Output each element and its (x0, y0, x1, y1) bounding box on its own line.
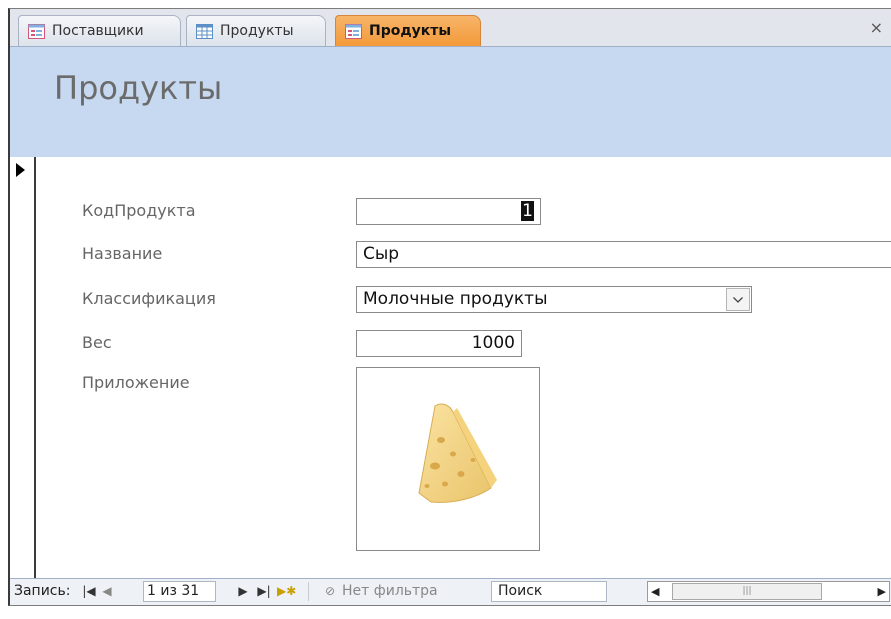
attachment-label: Приложение (82, 373, 190, 392)
scroll-right-icon[interactable]: ▶ (878, 582, 886, 601)
scroll-thumb[interactable]: ||| (672, 583, 822, 600)
tab-products-table[interactable]: Продукты (186, 15, 326, 46)
divider (308, 582, 309, 601)
form-header: Продукты (10, 47, 891, 157)
record-position-field[interactable]: 1 из 31 (143, 581, 216, 602)
document-tab-bar: Поставщики Продукты Продукты × (10, 9, 891, 47)
dropdown-button[interactable] (726, 288, 750, 311)
id-field[interactable]: 1 (356, 198, 541, 225)
weight-value: 1000 (471, 333, 515, 353)
new-record-icon[interactable]: ▶✱ (277, 579, 296, 604)
next-record-icon[interactable]: ▶ (236, 579, 250, 604)
form-icon (28, 23, 45, 39)
cheese-image (418, 403, 497, 503)
record-selector[interactable] (10, 157, 36, 580)
weight-label: Вес (82, 333, 112, 352)
tab-suppliers[interactable]: Поставщики (18, 15, 181, 46)
tab-label: Поставщики (52, 23, 144, 39)
tab-label: Продукты (220, 23, 294, 39)
filter-icon[interactable]: ⊘ (322, 579, 338, 604)
id-label: КодПродукта (82, 201, 196, 220)
tab-label: Продукты (369, 23, 452, 39)
category-value: Молочные продукты (363, 289, 548, 309)
record-label: Запись: (14, 583, 71, 599)
scroll-left-icon[interactable]: ◀ (651, 582, 659, 601)
form-icon (345, 23, 362, 39)
filter-status[interactable]: Нет фильтра (342, 579, 438, 604)
name-label: Название (82, 244, 163, 263)
id-value: 1 (521, 201, 534, 221)
category-label: Классификация (82, 289, 216, 308)
name-field[interactable]: Сыр (356, 241, 891, 268)
search-input[interactable]: Поиск (491, 581, 607, 602)
last-record-icon[interactable]: ▶| (256, 579, 272, 604)
form-window: Поставщики Продукты Продукты × Продукты (8, 8, 891, 606)
weight-field[interactable]: 1000 (356, 330, 522, 357)
close-icon[interactable]: × (870, 18, 883, 37)
category-combobox[interactable]: Молочные продукты (356, 286, 752, 313)
page-title: Продукты (54, 69, 223, 107)
record-navigation-bar: Запись: |◀ ◀ 1 из 31 ▶ ▶| ▶✱ ⊘ Нет фильт… (10, 578, 891, 605)
tab-products-form[interactable]: Продукты (335, 15, 481, 46)
first-record-icon[interactable]: |◀ (82, 579, 96, 604)
table-icon (196, 23, 213, 39)
horizontal-scrollbar[interactable]: ◀ ||| ▶ (647, 581, 890, 602)
current-record-icon (16, 163, 25, 177)
attachment-field[interactable] (356, 367, 540, 551)
previous-record-icon[interactable]: ◀ (100, 579, 114, 604)
name-value: Сыр (363, 244, 400, 264)
chevron-down-icon (733, 296, 743, 303)
